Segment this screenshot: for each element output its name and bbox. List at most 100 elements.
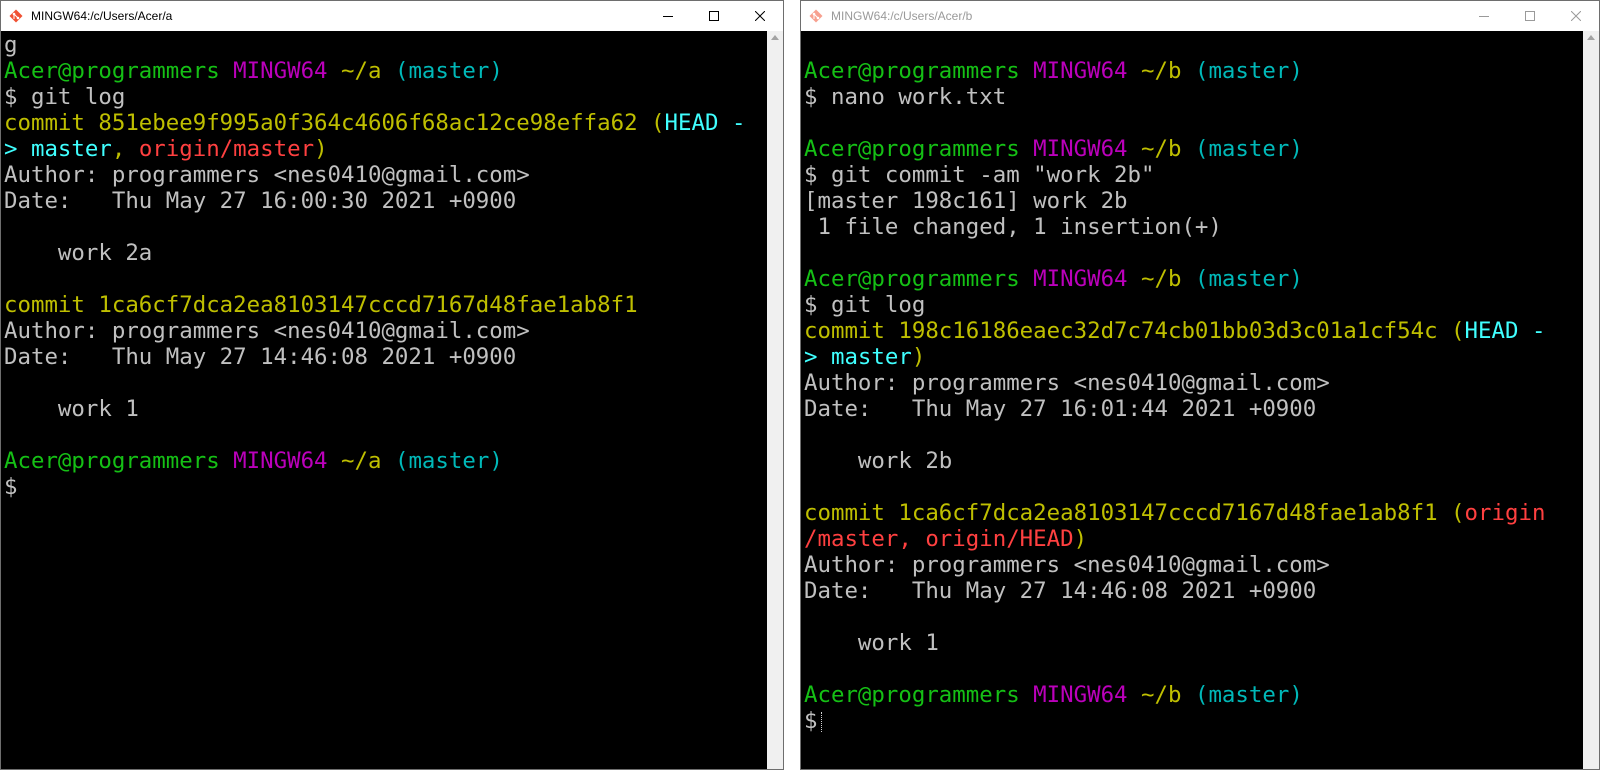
terminal-text: $ git commit -am "work 2b" [804, 162, 1155, 188]
terminal-text: Date: Thu May 27 14:46:08 2021 +0900 [4, 344, 517, 370]
close-icon [755, 11, 765, 21]
terminal-line: Author: programmers <nes0410@gmail.com> [4, 162, 767, 188]
terminal-line: Author: programmers <nes0410@gmail.com> [4, 318, 767, 344]
terminal-line: Date: Thu May 27 16:01:44 2021 +0900 [804, 396, 1583, 422]
terminal-text: ) [314, 136, 328, 162]
terminal-line: work 1 [4, 396, 767, 422]
terminal-window-b[interactable]: MINGW64:/c/Users/Acer/b Acer@programmers… [800, 0, 1600, 770]
terminal-text: HEAD - [664, 110, 746, 136]
terminal-line: work 2b [804, 448, 1583, 474]
scrollbar[interactable] [767, 31, 783, 769]
terminal-text: g [4, 32, 18, 58]
maximize-icon [1525, 11, 1535, 21]
terminal-text: work 2b [804, 448, 953, 474]
terminal-line: commit 851ebee9f995a0f364c4606f68ac12ce9… [4, 110, 767, 136]
minimize-button[interactable] [645, 1, 691, 31]
terminal-text: [master 198c161] work 2b [804, 188, 1128, 214]
window-title: MINGW64:/c/Users/Acer/b [831, 9, 973, 23]
terminal-text: work 1 [4, 396, 139, 422]
terminal-text: MINGW64 [1033, 266, 1128, 292]
terminal-text: (master) [394, 58, 503, 84]
terminal-line: > master) [804, 344, 1583, 370]
terminal-text: Date: Thu May 27 16:01:44 2021 +0900 [804, 396, 1317, 422]
terminal-text: MINGW64 [233, 58, 328, 84]
terminal-line: Author: programmers <nes0410@gmail.com> [804, 552, 1583, 578]
terminal-text: Acer@programmers [4, 448, 220, 474]
terminal-text: ~/a [341, 448, 382, 474]
terminal-line: commit 1ca6cf7dca2ea8103147cccd7167d48fa… [4, 292, 767, 318]
terminal-text: ~/a [341, 58, 382, 84]
terminal-line: Author: programmers <nes0410@gmail.com> [804, 370, 1583, 396]
terminal-text: ) [911, 344, 926, 370]
text-cursor [821, 711, 823, 732]
terminal-line: Acer@programmers MINGW64 ~/b (master) [804, 136, 1583, 162]
terminal-text: 1 file changed, 1 insertion(+) [804, 214, 1222, 240]
terminal-line: $ git log [4, 84, 767, 110]
title-bar[interactable]: MINGW64:/c/Users/Acer/b [801, 1, 1599, 31]
terminal-output[interactable]: g Acer@programmers MINGW64 ~/a (master) $ … [1, 31, 767, 769]
terminal-line: commit 198c16186eaec32d7c74cb01bb03d3c01… [804, 318, 1583, 344]
terminal-text: origin/master [138, 136, 315, 162]
terminal-line: $ [4, 474, 767, 500]
terminal-text: /master, origin/HEAD [804, 526, 1074, 552]
terminal-text: Acer@programmers [804, 682, 1020, 708]
terminal-text: $ git log [804, 292, 926, 318]
terminal-text: MINGW64 [1033, 58, 1128, 84]
terminal-text: HEAD - [1464, 318, 1546, 344]
terminal-line: $ [804, 708, 1583, 734]
minimize-icon [663, 16, 673, 17]
terminal-text: Author: programmers <nes0410@gmail.com> [804, 370, 1330, 396]
scroll-up-arrow-icon[interactable] [771, 35, 779, 40]
terminal-line: > master, origin/master) [4, 136, 767, 162]
terminal-line: work 2a [4, 240, 767, 266]
terminal-text: , [111, 136, 139, 162]
terminal-output[interactable]: Acer@programmers MINGW64 ~/b (master) $ n… [801, 31, 1583, 769]
terminal-line: $ git log [804, 292, 1583, 318]
terminal-text: commit 851ebee9f995a0f364c4606f68ac12ce9… [4, 110, 665, 136]
terminal-line: work 1 [804, 630, 1583, 656]
terminal-text: MINGW64 [1033, 136, 1128, 162]
close-button[interactable] [1553, 1, 1599, 31]
terminal-text: MINGW64 [233, 448, 328, 474]
terminal-text: commit 1ca6cf7dca2ea8103147cccd7167d48fa… [804, 500, 1465, 526]
title-bar[interactable]: MINGW64:/c/Users/Acer/a [1, 1, 783, 31]
terminal-window-a[interactable]: MINGW64:/c/Users/Acer/a g Acer@programmer… [0, 0, 784, 770]
terminal-text: origin [1464, 500, 1546, 526]
maximize-button[interactable] [1507, 1, 1553, 31]
terminal-text: commit 1ca6cf7dca2ea8103147cccd7167d48fa… [4, 292, 638, 318]
terminal-text: Acer@programmers [4, 58, 220, 84]
scrollbar[interactable] [1583, 31, 1599, 769]
terminal-text: ~/b [1141, 58, 1182, 84]
terminal-text: $ [804, 708, 818, 734]
maximize-button[interactable] [691, 1, 737, 31]
terminal-text: ~/b [1141, 136, 1182, 162]
terminal-line: Date: Thu May 27 14:46:08 2021 +0900 [4, 344, 767, 370]
terminal-line: Acer@programmers MINGW64 ~/a (master) [4, 448, 767, 474]
minimize-button[interactable] [1461, 1, 1507, 31]
close-button[interactable] [737, 1, 783, 31]
terminal-line: [master 198c161] work 2b [804, 188, 1583, 214]
terminal-line: $ nano work.txt [804, 84, 1583, 110]
scroll-up-arrow-icon[interactable] [1587, 35, 1595, 40]
terminal-text: $ nano work.txt [804, 84, 1007, 110]
terminal-text: > master [804, 344, 912, 370]
terminal-line: Acer@programmers MINGW64 ~/b (master) [804, 266, 1583, 292]
